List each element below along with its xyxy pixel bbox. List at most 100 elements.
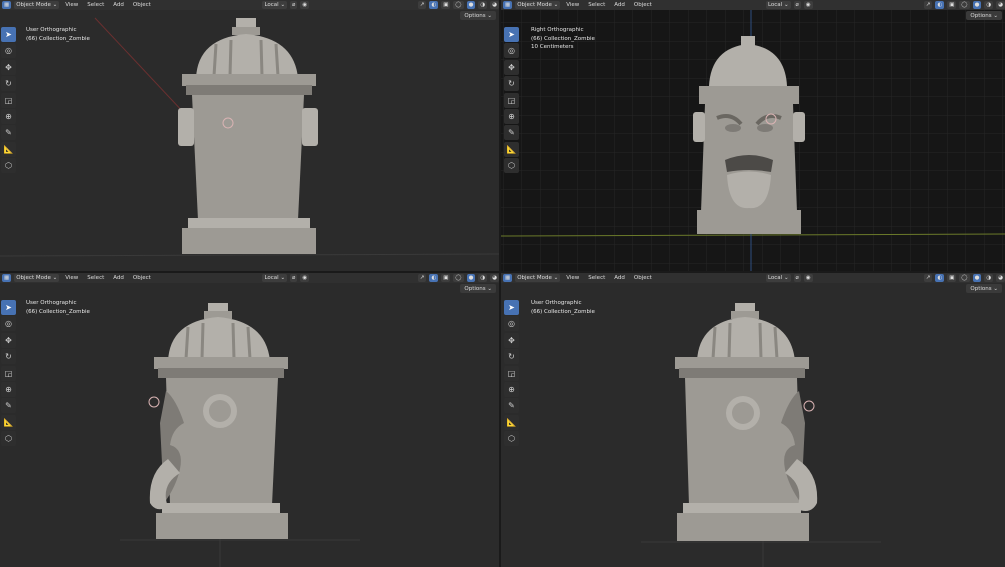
shading-render-icon[interactable]: ◕ <box>996 1 1005 9</box>
menu-object[interactable]: Object <box>631 2 655 8</box>
object-mode-dropdown[interactable]: Object Mode ⌄ <box>515 1 561 9</box>
annotate-icon[interactable]: ✎ <box>504 125 519 141</box>
shading-render-icon[interactable]: ◕ <box>490 274 499 282</box>
options-button[interactable]: Options ⌄ <box>966 11 1002 20</box>
shading-material-icon[interactable]: ◑ <box>478 274 488 282</box>
shading-wire-icon[interactable]: ◯ <box>959 1 970 9</box>
overlay-icon[interactable]: ◐ <box>429 274 439 282</box>
menu-add[interactable]: Add <box>611 2 628 8</box>
annotate-icon[interactable]: ✎ <box>504 398 519 414</box>
move-icon[interactable]: ✥ <box>504 332 519 348</box>
proportional-icon[interactable]: ◉ <box>300 1 310 9</box>
cursor-icon[interactable]: ◎ <box>1 43 16 59</box>
rotate-icon[interactable]: ↻ <box>1 76 16 92</box>
shading-render-icon[interactable]: ◕ <box>996 274 1005 282</box>
editor-type-icon[interactable]: ▦ <box>503 274 513 282</box>
shading-material-icon[interactable]: ◑ <box>984 1 994 9</box>
cursor-icon[interactable]: ◎ <box>504 43 519 59</box>
move-icon[interactable]: ✥ <box>1 59 16 75</box>
overlay-icon[interactable]: ◐ <box>429 1 439 9</box>
shading-solid-icon[interactable]: ● <box>972 274 982 282</box>
gizmo-icon[interactable]: ↗ <box>417 274 427 282</box>
pivot-dropdown[interactable]: Local ⌄ <box>765 274 791 282</box>
overlay-icon[interactable]: ◐ <box>935 274 945 282</box>
menu-view[interactable]: View <box>563 275 582 281</box>
scale-icon[interactable]: ◲ <box>504 365 519 381</box>
viewport-bottom-left[interactable]: ▦ Object Mode ⌄ View Select Add Object L… <box>0 273 499 567</box>
viewport-top-left[interactable]: ▦ Object Mode ⌄ View Select Add Object L… <box>0 0 499 271</box>
rotate-icon[interactable]: ↻ <box>504 76 519 92</box>
menu-add[interactable]: Add <box>611 275 628 281</box>
rotate-icon[interactable]: ↻ <box>504 349 519 365</box>
shading-wire-icon[interactable]: ◯ <box>959 274 970 282</box>
proportional-icon[interactable]: ◉ <box>803 1 813 9</box>
menu-object[interactable]: Object <box>130 2 154 8</box>
measure-icon[interactable]: 📐 <box>1 414 16 430</box>
editor-type-icon[interactable]: ▦ <box>2 1 12 9</box>
object-mode-dropdown[interactable]: Object Mode ⌄ <box>14 274 60 282</box>
select-box-icon[interactable]: ➤ <box>504 300 519 315</box>
add-cube-icon[interactable]: ⬡ <box>504 158 519 174</box>
shading-solid-icon[interactable]: ● <box>466 1 476 9</box>
editor-type-icon[interactable]: ▦ <box>2 274 12 282</box>
object-mode-dropdown[interactable]: Object Mode ⌄ <box>14 1 60 9</box>
menu-select[interactable]: Select <box>84 2 107 8</box>
menu-object[interactable]: Object <box>130 275 154 281</box>
overlay-icon[interactable]: ◐ <box>935 1 945 9</box>
transform-icon[interactable]: ⊕ <box>1 108 16 124</box>
scale-icon[interactable]: ◲ <box>504 92 519 108</box>
menu-view[interactable]: View <box>62 275 81 281</box>
shading-wire-icon[interactable]: ◯ <box>453 1 464 9</box>
move-icon[interactable]: ✥ <box>504 59 519 75</box>
shading-wire-icon[interactable]: ◯ <box>453 274 464 282</box>
snap-icon[interactable]: ⌀ <box>290 274 298 282</box>
menu-object[interactable]: Object <box>631 275 655 281</box>
transform-icon[interactable]: ⊕ <box>1 381 16 397</box>
add-cube-icon[interactable]: ⬡ <box>1 158 16 174</box>
gizmo-icon[interactable]: ↗ <box>923 1 933 9</box>
editor-type-icon[interactable]: ▦ <box>503 1 513 9</box>
cursor-icon[interactable]: ◎ <box>504 316 519 332</box>
xray-icon[interactable]: ▣ <box>947 274 957 282</box>
scale-icon[interactable]: ◲ <box>1 92 16 108</box>
shading-solid-icon[interactable]: ● <box>466 274 476 282</box>
viewport-bottom-right[interactable]: ▦ Object Mode ⌄ View Select Add Object L… <box>501 273 1005 567</box>
options-button[interactable]: Options ⌄ <box>460 284 496 293</box>
measure-icon[interactable]: 📐 <box>504 141 519 157</box>
scale-icon[interactable]: ◲ <box>1 365 16 381</box>
shading-material-icon[interactable]: ◑ <box>478 1 488 9</box>
object-mode-dropdown[interactable]: Object Mode ⌄ <box>515 274 561 282</box>
menu-view[interactable]: View <box>62 2 81 8</box>
shading-solid-icon[interactable]: ● <box>972 1 982 9</box>
pivot-dropdown[interactable]: Local ⌄ <box>765 1 791 9</box>
menu-add[interactable]: Add <box>110 275 127 281</box>
transform-icon[interactable]: ⊕ <box>504 381 519 397</box>
select-box-icon[interactable]: ➤ <box>504 27 519 42</box>
gizmo-icon[interactable]: ↗ <box>923 274 933 282</box>
menu-select[interactable]: Select <box>585 2 608 8</box>
rotate-icon[interactable]: ↻ <box>1 349 16 365</box>
measure-icon[interactable]: 📐 <box>504 414 519 430</box>
menu-add[interactable]: Add <box>110 2 127 8</box>
add-cube-icon[interactable]: ⬡ <box>1 431 16 447</box>
move-icon[interactable]: ✥ <box>1 332 16 348</box>
menu-select[interactable]: Select <box>585 275 608 281</box>
options-button[interactable]: Options ⌄ <box>966 284 1002 293</box>
menu-view[interactable]: View <box>563 2 582 8</box>
snap-icon[interactable]: ⌀ <box>793 1 801 9</box>
menu-select[interactable]: Select <box>84 275 107 281</box>
select-box-icon[interactable]: ➤ <box>1 27 16 42</box>
add-cube-icon[interactable]: ⬡ <box>504 431 519 447</box>
annotate-icon[interactable]: ✎ <box>1 125 16 141</box>
shading-render-icon[interactable]: ◕ <box>490 1 499 9</box>
snap-icon[interactable]: ⌀ <box>290 1 298 9</box>
xray-icon[interactable]: ▣ <box>441 274 451 282</box>
options-button[interactable]: Options ⌄ <box>460 11 496 20</box>
cursor-icon[interactable]: ◎ <box>1 316 16 332</box>
xray-icon[interactable]: ▣ <box>441 1 451 9</box>
shading-material-icon[interactable]: ◑ <box>984 274 994 282</box>
measure-icon[interactable]: 📐 <box>1 141 16 157</box>
select-box-icon[interactable]: ➤ <box>1 300 16 315</box>
pivot-dropdown[interactable]: Local ⌄ <box>262 1 288 9</box>
proportional-icon[interactable]: ◉ <box>803 274 813 282</box>
